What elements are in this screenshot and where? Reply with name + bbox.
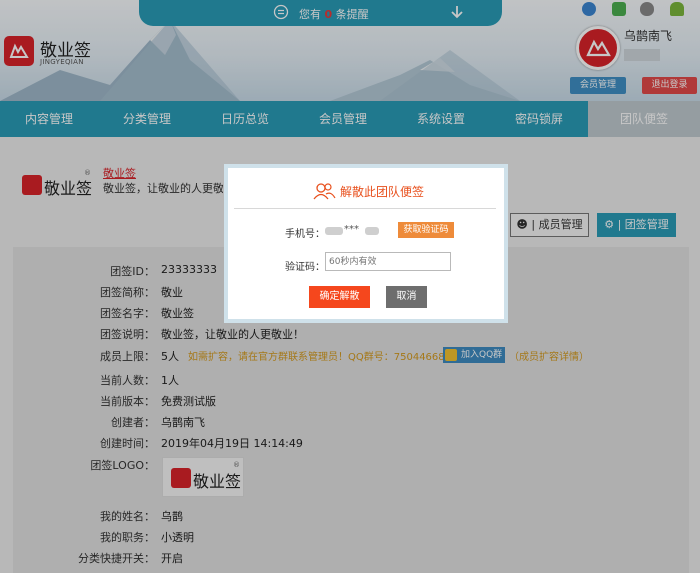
dialog-divider — [234, 208, 496, 209]
code-label: 验证码： — [285, 262, 325, 273]
confirm-dissolve-button[interactable]: 确定解散 — [309, 286, 370, 308]
phone-label: 手机号： — [285, 229, 325, 240]
verification-code-input[interactable] — [325, 252, 451, 271]
team-icon — [313, 183, 336, 200]
cancel-button[interactable]: 取消 — [386, 286, 427, 308]
phone-number: *** — [325, 224, 381, 238]
dialog-body: 解散此团队便签 手机号： *** 获取验证码 验证码： 确定解散 取消 — [228, 168, 504, 319]
dissolve-team-dialog: 解散此团队便签 手机号： *** 获取验证码 验证码： 确定解散 取消 — [224, 164, 508, 323]
get-code-button[interactable]: 获取验证码 — [398, 222, 454, 238]
dialog-title: 解散此团队便签 — [340, 185, 425, 199]
